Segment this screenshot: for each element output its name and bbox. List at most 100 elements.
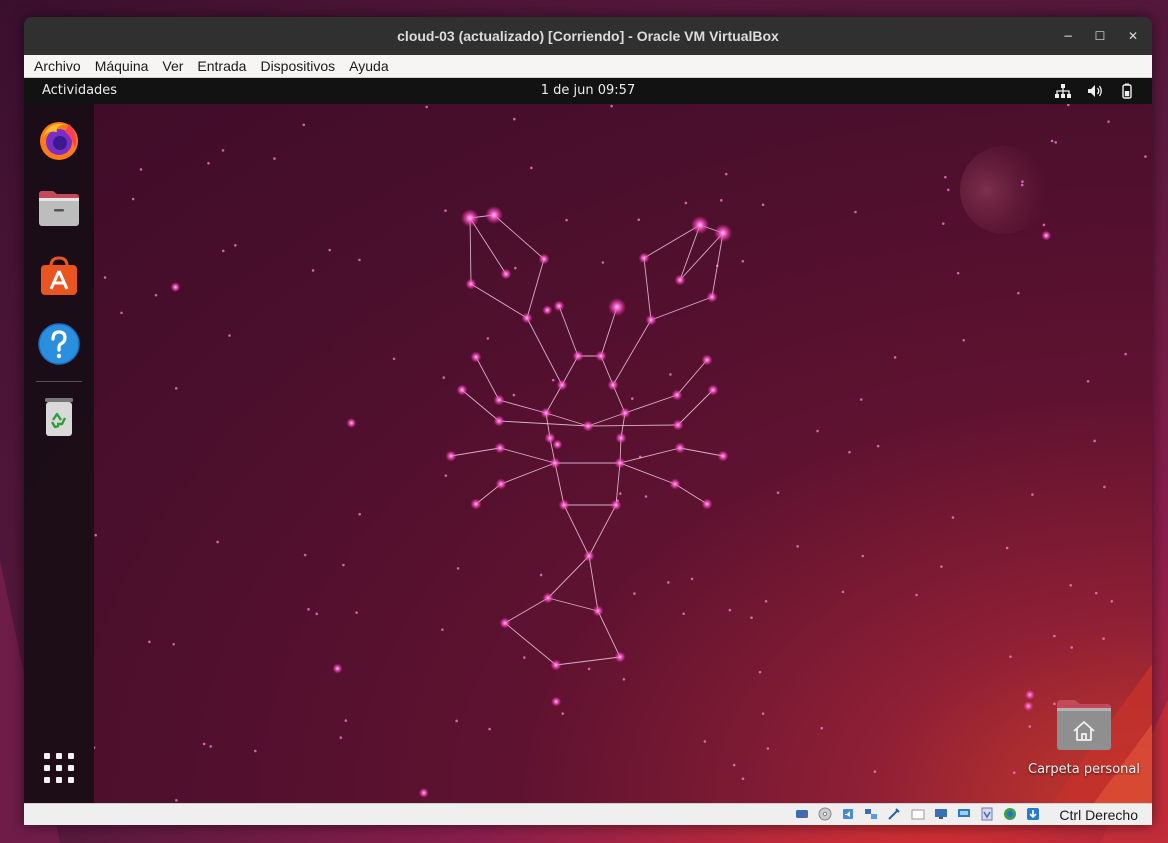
menu-archivo[interactable]: Archivo (24, 55, 88, 77)
background-star (442, 376, 446, 379)
menu-maquina[interactable]: Máquina (88, 55, 156, 77)
background-star (328, 248, 331, 252)
software-store-icon[interactable] (35, 252, 83, 300)
background-star (796, 545, 799, 548)
constellation-star (672, 419, 684, 431)
desktop-icon-home-folder[interactable]: Carpeta personal (1024, 698, 1144, 777)
background-star (1107, 120, 1110, 123)
background-star (346, 417, 357, 428)
background-star (633, 592, 636, 595)
background-star (956, 271, 960, 275)
background-star (1021, 180, 1024, 183)
constellation-star (615, 432, 627, 444)
background-star (720, 199, 723, 202)
constellation-star (674, 442, 686, 454)
background-star (859, 398, 863, 401)
background-star (587, 667, 591, 671)
constellation-line (676, 359, 708, 396)
background-star (816, 429, 819, 433)
background-star (303, 553, 307, 557)
clock[interactable]: 1 de jun 09:57 (24, 78, 1152, 104)
help-icon[interactable] (35, 320, 83, 368)
constellation-star (470, 498, 482, 510)
optical-drive-icon[interactable] (818, 807, 832, 821)
constellation-star (595, 350, 607, 362)
background-star (551, 378, 555, 382)
background-star (610, 104, 613, 108)
constellation-star (582, 420, 594, 432)
menu-entrada[interactable]: Entrada (190, 55, 253, 77)
constellation-star (614, 457, 626, 469)
constellation-stars (445, 206, 732, 671)
background-star (873, 770, 877, 773)
constellation-line (475, 356, 500, 401)
constellation-star (500, 268, 512, 280)
app-grid-icon[interactable] (35, 744, 83, 792)
menubar: Archivo Máquina Ver Entrada Dispositivos Ayud… (24, 55, 1152, 78)
usb-icon[interactable] (887, 807, 901, 821)
background-star (332, 663, 343, 674)
background-star (741, 259, 745, 263)
background-star (1086, 380, 1090, 383)
constellation-line (643, 257, 652, 321)
constellation-star (494, 442, 506, 454)
background-star (523, 656, 526, 659)
shared-folders-icon[interactable] (911, 807, 925, 821)
minimize-button[interactable]: − (1058, 26, 1078, 46)
constellation-star (607, 379, 619, 391)
network-status-icon[interactable] (864, 807, 878, 821)
network-icon[interactable] (1054, 82, 1072, 100)
video-capture-icon[interactable] (957, 807, 971, 821)
close-button[interactable]: ✕ (1123, 26, 1143, 46)
background-star (1017, 291, 1020, 295)
volume-icon[interactable] (1086, 82, 1104, 100)
mouse-integration-icon[interactable] (1026, 807, 1040, 821)
cpu-icon[interactable] (1003, 807, 1017, 821)
background-star (221, 249, 225, 253)
guest-screen[interactable]: Actividades 1 de jun 09:57 Carpeta perso… (24, 78, 1152, 803)
display-icon[interactable] (934, 807, 948, 821)
window-titlebar[interactable]: cloud-03 (actualizado) [Corriendo] - Ora… (24, 17, 1152, 55)
constellation-line (679, 447, 724, 457)
background-star (761, 203, 765, 207)
constellation-line (493, 214, 545, 260)
files-icon[interactable] (35, 184, 83, 232)
background-star (861, 554, 865, 558)
background-star (355, 611, 358, 614)
audio-icon[interactable] (841, 807, 855, 821)
constellation-star (553, 300, 565, 312)
background-star (1005, 546, 1009, 550)
background-star (1042, 223, 1046, 227)
background-star (392, 357, 396, 361)
menu-ayuda[interactable]: Ayuda (342, 55, 395, 77)
battery-icon[interactable] (1118, 82, 1136, 100)
host-key-label: Ctrl Derecho (1059, 807, 1138, 823)
background-star (175, 799, 178, 802)
home-folder-icon (1057, 700, 1111, 750)
constellation-star (572, 350, 584, 362)
background-star (441, 628, 444, 631)
maximize-button[interactable]: ☐ (1090, 26, 1110, 46)
menu-ver[interactable]: Ver (155, 55, 190, 77)
constellation-star (538, 253, 550, 265)
constellation-line (674, 483, 708, 505)
background-star (418, 787, 429, 798)
status-indicators (791, 807, 1040, 823)
background-star (221, 149, 225, 152)
constellation-star (456, 384, 468, 396)
background-star (944, 175, 947, 179)
trash-icon[interactable] (35, 392, 83, 440)
background-star (565, 218, 568, 222)
hard-disk-icon[interactable] (795, 807, 809, 821)
background-star (728, 608, 732, 612)
recording-icon[interactable] (980, 807, 994, 821)
background-star (682, 612, 685, 616)
firefox-icon[interactable] (35, 116, 83, 164)
background-star (618, 492, 622, 495)
background-star (1103, 485, 1106, 489)
background-star (1012, 771, 1016, 774)
constellation-star (445, 450, 457, 462)
system-tray[interactable] (1044, 82, 1136, 100)
menu-dispositivos[interactable]: Dispositivos (253, 55, 342, 77)
background-star (513, 117, 516, 121)
